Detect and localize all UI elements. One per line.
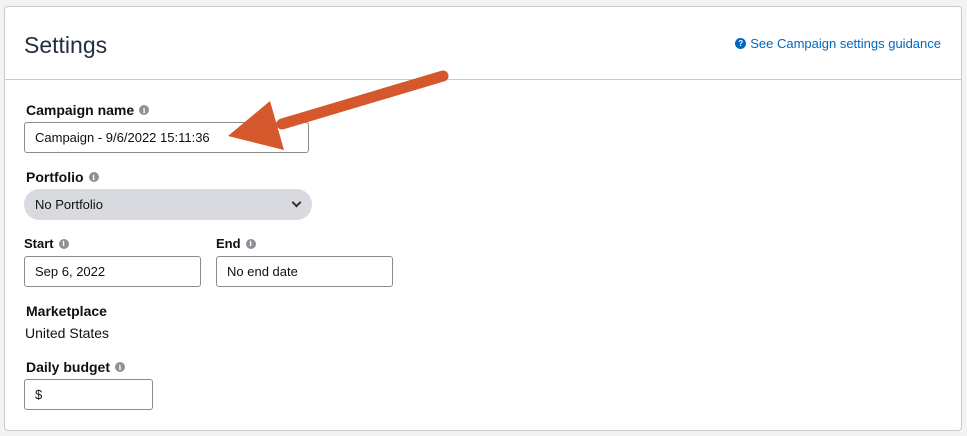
portfolio-selected-value: No Portfolio (35, 197, 103, 212)
start-label: Start i (24, 236, 69, 251)
info-icon[interactable]: i (139, 105, 150, 115)
currency-symbol: $ (35, 387, 43, 402)
campaign-name-label: Campaign name i (26, 102, 150, 118)
info-icon[interactable]: i (58, 238, 69, 249)
info-icon[interactable]: i (245, 238, 256, 249)
end-label: End i (216, 236, 256, 251)
marketplace-label-text: Marketplace (26, 303, 107, 319)
campaign-settings-guidance-link[interactable]: ? See Campaign settings guidance (735, 36, 941, 51)
campaign-name-value: Campaign - 9/6/2022 15:11:36 (35, 130, 210, 145)
info-icon[interactable]: i (88, 172, 99, 182)
daily-budget-label: Daily budget i (26, 359, 126, 375)
start-date-value: Sep 6, 2022 (35, 264, 106, 279)
page-title: Settings (24, 32, 108, 58)
start-date-input[interactable]: Sep 6, 2022 (24, 256, 201, 287)
marketplace-value: United States (25, 325, 110, 341)
portfolio-label-text: Portfolio (26, 169, 84, 185)
guidance-link-label: See Campaign settings guidance (750, 36, 941, 51)
daily-budget-input[interactable]: $ (24, 379, 153, 410)
end-label-text: End (216, 236, 241, 251)
campaign-name-input[interactable]: Campaign - 9/6/2022 15:11:36 (24, 122, 309, 153)
question-icon: ? (735, 38, 747, 49)
end-date-value: No end date (227, 264, 298, 279)
end-date-input[interactable]: No end date (216, 256, 393, 287)
chevron-down-icon (291, 197, 302, 208)
info-icon[interactable]: i (115, 362, 126, 372)
marketplace-label: Marketplace (26, 303, 107, 319)
portfolio-label: Portfolio i (26, 169, 99, 185)
daily-budget-label-text: Daily budget (26, 359, 111, 375)
start-label-text: Start (24, 236, 54, 251)
portfolio-dropdown[interactable]: No Portfolio (24, 189, 312, 220)
panel-header: Settings ? See Campaign settings guidanc… (5, 7, 961, 80)
campaign-name-label-text: Campaign name (26, 102, 135, 118)
